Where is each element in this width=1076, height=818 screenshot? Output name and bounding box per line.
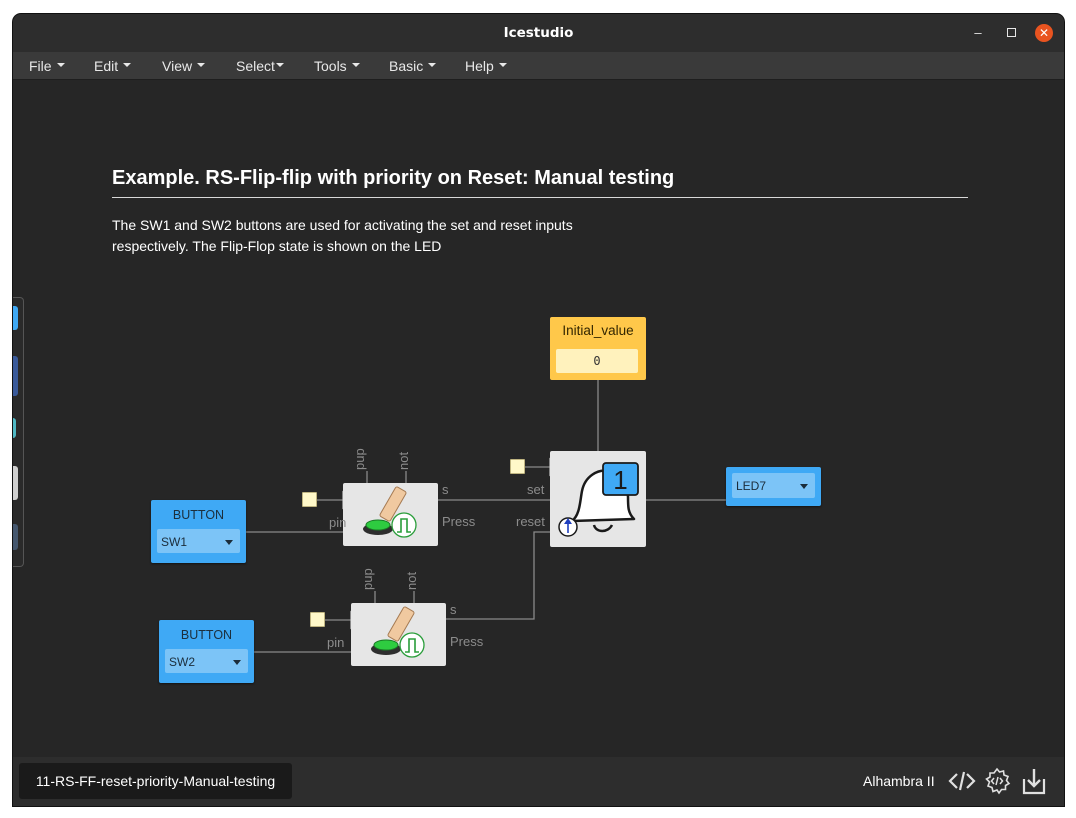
upload-icon[interactable]	[1020, 767, 1048, 795]
maximize-button[interactable]	[1002, 24, 1020, 42]
menu-help-label: Help	[465, 58, 494, 74]
code-icon[interactable]	[948, 767, 976, 795]
caret-down-icon	[56, 63, 65, 68]
button-sw1-block[interactable]: BUTTON SW1	[151, 500, 246, 563]
window-title: Icestudio	[503, 25, 574, 41]
clock-input-1[interactable]	[302, 492, 317, 507]
button-sw2-title: BUTTON	[180, 628, 233, 642]
board-selector[interactable]: Alhambra II	[863, 773, 935, 789]
rs-flipflop-block[interactable]: 1	[550, 451, 646, 547]
filter2-pup-label: pup	[360, 568, 375, 590]
sw2-pin-select[interactable]: SW2	[165, 649, 248, 673]
led7-block[interactable]: LED7	[726, 467, 821, 506]
project-file-tab[interactable]: 11-RS-FF-reset-priority-Manual-testing	[19, 763, 292, 799]
led-pin-value: LED7	[736, 479, 767, 493]
design-canvas[interactable]: Example. RS-Flip-flip with priority on R…	[13, 81, 1064, 757]
button-filter-block-2[interactable]	[351, 603, 446, 666]
menu-edit[interactable]: Edit	[94, 58, 132, 74]
status-bar: 11-RS-FF-reset-priority-Manual-testing A…	[13, 757, 1064, 806]
menu-tools[interactable]: Tools	[314, 58, 360, 74]
filter2-s-label: s	[450, 602, 457, 617]
menu-file-label: File	[29, 58, 52, 74]
filter1-pin-label: pin	[329, 515, 347, 530]
filter1-press-label: Press	[442, 514, 476, 529]
filter2-pin-label: pin	[327, 635, 345, 650]
led-pin-select[interactable]: LED7	[732, 473, 815, 498]
flipflop-set-label: set	[527, 482, 545, 497]
flipflop-reset-label: reset	[516, 514, 545, 529]
dropdown-arrow-icon	[233, 660, 241, 665]
bell-icon: 1	[558, 462, 639, 537]
initial-value-title: Initial_value	[562, 323, 634, 338]
clock-input-3[interactable]	[510, 459, 525, 474]
maximize-icon	[1006, 28, 1016, 37]
caret-down-icon	[428, 63, 437, 68]
filter1-not-label: not	[396, 451, 411, 470]
close-button[interactable]: ✕	[1035, 24, 1053, 42]
menu-basic[interactable]: Basic	[389, 58, 437, 74]
menu-select[interactable]: Select	[236, 58, 284, 74]
initial-value-input[interactable]: 0	[556, 349, 638, 373]
caret-down-icon	[275, 63, 284, 68]
button-sw2-block[interactable]: BUTTON SW2	[159, 620, 254, 683]
filter2-press-label: Press	[450, 634, 484, 649]
menu-bar: File Edit View Select Tools Basic Help	[13, 52, 1064, 80]
filter1-s-label: s	[442, 482, 449, 497]
sw2-pin-value: SW2	[169, 655, 196, 669]
filter1-pup-label: pup	[352, 448, 367, 470]
menu-view-label: View	[162, 58, 193, 74]
menu-select-label: Select	[236, 58, 275, 74]
dropdown-arrow-icon	[800, 484, 808, 489]
menu-file[interactable]: File	[29, 58, 65, 74]
sw1-pin-select[interactable]: SW1	[157, 529, 240, 553]
wire-reset	[446, 531, 550, 620]
caret-down-icon	[123, 63, 132, 68]
filter2-not-label: not	[404, 571, 419, 590]
menu-basic-label: Basic	[389, 58, 424, 74]
initial-value-block[interactable]: Initial_value 0	[550, 317, 646, 380]
caret-down-icon	[197, 63, 206, 68]
build-settings-icon[interactable]	[983, 767, 1011, 795]
menu-tools-label: Tools	[314, 58, 347, 74]
clock-input-2[interactable]	[310, 612, 325, 627]
caret-down-icon	[351, 63, 360, 68]
menu-help[interactable]: Help	[465, 58, 507, 74]
caret-down-icon	[498, 63, 507, 68]
menu-view[interactable]: View	[162, 58, 206, 74]
title-bar: Icestudio – ✕	[13, 14, 1064, 52]
button-sw1-title: BUTTON	[172, 508, 225, 522]
app-window: Icestudio – ✕ File Edit View Select Tool…	[13, 14, 1064, 806]
push-button-icon	[363, 486, 417, 538]
dropdown-arrow-icon	[225, 540, 233, 545]
button-filter-block-1[interactable]	[343, 483, 438, 546]
minimize-button[interactable]: –	[969, 24, 987, 42]
push-button-icon	[371, 606, 425, 658]
flipflop-badge: 1	[613, 465, 627, 495]
sw1-pin-value: SW1	[161, 535, 188, 549]
menu-edit-label: Edit	[94, 58, 119, 74]
